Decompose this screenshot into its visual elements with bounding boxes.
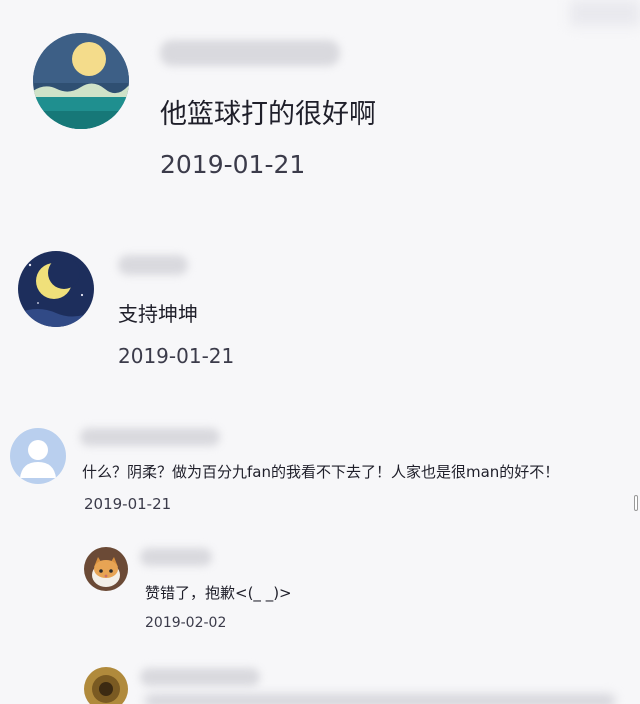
profile-photo-avatar-icon[interactable]: [84, 667, 128, 704]
username-blurred[interactable]: [140, 668, 260, 686]
comment-date: 2019-01-21: [84, 495, 172, 513]
comment-date: 2019-01-21: [160, 150, 306, 179]
reply-date: 2019-02-02: [145, 615, 227, 631]
comment-text: 支持坤坤: [118, 302, 198, 326]
crescent-moon-avatar-icon[interactable]: [18, 251, 94, 327]
reply-text: 赞错了，抱歉<(_ _)>: [145, 584, 292, 602]
scrollbar[interactable]: [634, 495, 638, 511]
default-user-avatar-icon[interactable]: [10, 428, 66, 484]
reply-text-blurred: [145, 694, 615, 704]
username-blurred[interactable]: [140, 548, 212, 566]
moon-over-sea-avatar-icon[interactable]: [33, 33, 129, 129]
cat-photo-avatar-icon[interactable]: [84, 547, 128, 591]
comment-feed: 他篮球打的很好啊 2019-01-21 支持坤坤 2019-01-21 什么？阴…: [0, 0, 640, 704]
username-blurred[interactable]: [118, 255, 188, 275]
comment-text: 什么？阴柔？做为百分九fan的我看不下去了！人家也是很man的好不！: [82, 463, 560, 481]
comment-date: 2019-01-21: [118, 344, 235, 368]
comment-text: 他篮球打的很好啊: [160, 99, 376, 130]
username-blurred[interactable]: [160, 40, 340, 66]
blurred-corner: [570, 0, 640, 26]
username-blurred[interactable]: [80, 428, 220, 446]
